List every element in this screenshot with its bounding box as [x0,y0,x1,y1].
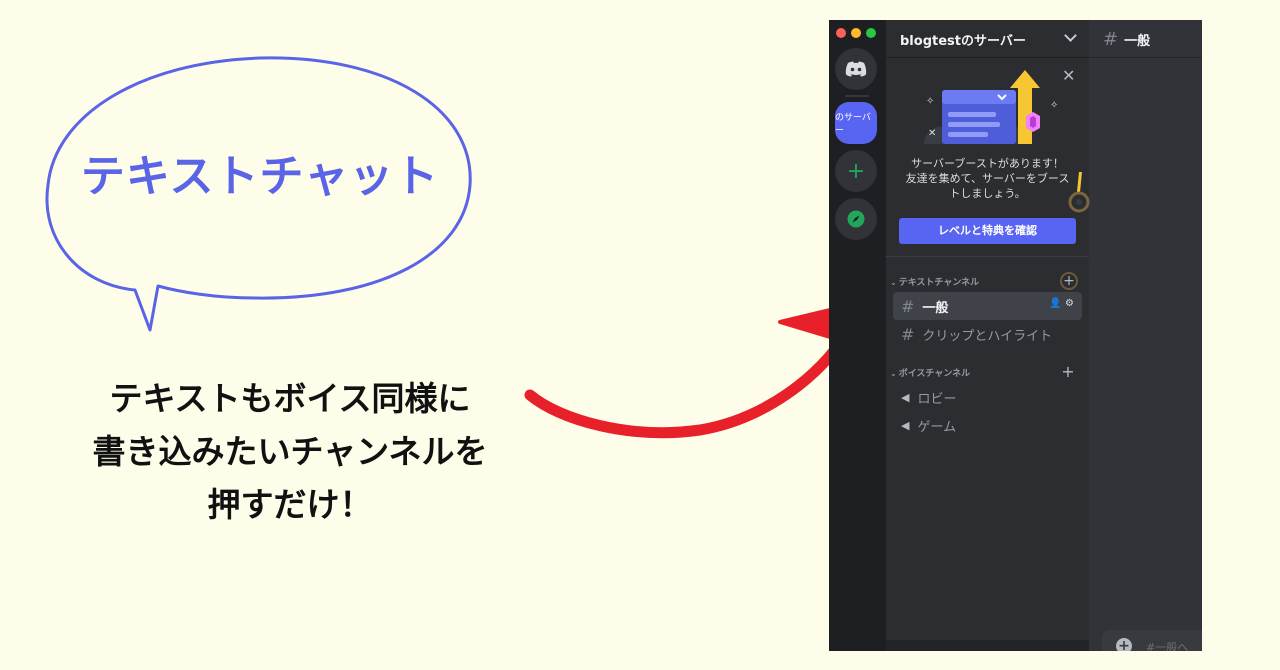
channel-name: 一般 [922,300,949,316]
channel-item-game[interactable]: ◀ ゲーム [893,411,1082,439]
discord-window: のサーバー + blogtestのサーバー ✧ ✧ ✕ ✕ サーバーブーストがあ… [829,20,1202,651]
current-channel-title: 一般 [1124,34,1151,49]
boost-illustration: ✧ ✧ ✕ [924,70,1058,144]
channel-sidebar: blogtestのサーバー ✧ ✧ ✕ ✕ サーバーブーストがあります！ 友達を… [886,20,1090,651]
minimize-traffic-light[interactable] [851,28,861,38]
view-perks-button[interactable]: レベルと特典を確認 [899,218,1076,244]
boost-close-button[interactable]: ✕ [1062,66,1075,85]
discord-home-icon[interactable] [835,48,877,90]
server-icon-label: のサーバー [835,113,871,136]
svg-text:✧: ✧ [1050,100,1058,111]
user-panel [886,640,1089,651]
attach-plus-icon[interactable]: + [1116,638,1132,651]
category-text-channels[interactable]: ⌄ テキストチャンネル [890,275,979,288]
channel-name: ロビー [917,391,957,407]
add-server-button[interactable]: + [835,150,877,192]
close-traffic-light[interactable] [836,28,846,38]
hash-icon: # [901,324,915,344]
server-icon-blogtest[interactable]: のサーバー [835,102,877,144]
channel-header: # 一般 [1089,20,1202,58]
rail-divider [845,95,869,97]
speaker-icon: ◀ [901,418,910,432]
explore-servers-button[interactable] [835,198,877,240]
channel-item-lobby[interactable]: ◀ ロビー [893,383,1082,411]
server-rail: のサーバー + [829,20,886,651]
speaker-icon: ◀ [901,390,910,404]
hash-icon: # [901,296,915,316]
svg-text:✕: ✕ [928,128,936,139]
server-name: blogtestのサーバー [900,34,1026,49]
add-text-channel-button[interactable]: + [1060,272,1078,290]
message-input[interactable]: + #一般へ [1102,630,1202,651]
category-label: ボイスチャンネル [898,369,971,379]
exclamation-highlight-icon [1068,172,1090,213]
invite-icon[interactable]: 👤 [1049,298,1061,309]
hash-icon: # [1103,29,1119,50]
channel-actions: 👤 ⚙ [1049,298,1074,309]
category-label: テキストチャンネル [898,278,980,288]
caret-down-icon: ⌄ [890,278,897,287]
add-voice-channel-button[interactable]: + [1060,364,1076,380]
boost-line-2: 友達を集めて、サーバーをブース [905,172,1070,185]
discord-logo-icon [845,61,867,77]
zoom-traffic-light[interactable] [866,28,876,38]
server-header[interactable]: blogtestのサーバー [886,20,1089,58]
compass-icon [847,210,865,228]
caret-down-icon: ⌄ [890,369,897,378]
channel-name: クリップとハイライト [922,328,1053,344]
boost-line-3: トしましょう。 [949,187,1026,200]
channel-item-clips[interactable]: # クリップとハイライト [893,320,1082,348]
channel-item-general[interactable]: # 一般 👤 ⚙ [893,292,1082,320]
boost-line-1: サーバーブーストがあります！ [911,157,1064,170]
svg-text:✧: ✧ [926,96,934,107]
gear-icon[interactable]: ⚙ [1065,298,1074,309]
chevron-down-icon [1064,29,1077,42]
plus-icon: + [846,158,866,184]
channel-name: ゲーム [917,419,957,435]
message-placeholder: #一般へ [1146,641,1189,651]
boost-message: サーバーブーストがあります！ 友達を集めて、サーバーをブース トしましょう。 [896,156,1079,201]
boost-divider [886,256,1089,257]
category-voice-channels[interactable]: ⌄ ボイスチャンネル [890,366,970,379]
